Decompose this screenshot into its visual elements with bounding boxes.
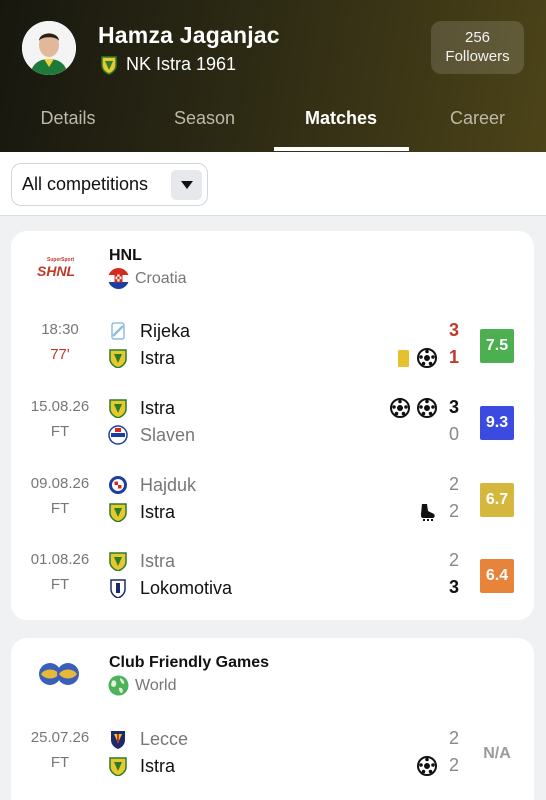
competition-card-friendlies: Club Friendly Games World 25.07.26 FT Le… [11,638,534,800]
team-link[interactable]: NK Istra 1961 [100,54,236,75]
goal-icon [417,398,437,418]
yellow-card-icon [393,348,413,368]
match-time: 18:30 [41,321,79,338]
tab-matches[interactable]: Matches [273,108,409,129]
croatia-flag-icon [108,268,129,289]
friendly-games-logo-icon [35,660,85,690]
followers-button[interactable]: 256 Followers [431,21,524,74]
filter-bar: All competitions [0,152,546,216]
tab-season[interactable]: Season [136,108,273,129]
team-crest-icon [101,55,117,75]
globe-icon [108,675,129,696]
home-team: Istra [140,550,176,571]
league-country: Croatia [108,268,187,289]
match-minute: 77' [50,346,70,363]
istra-crest-icon [109,757,127,776]
slaven-crest-icon [108,425,128,445]
away-team: Istra [140,347,176,368]
away-score: 2 [448,755,459,775]
player-rating-badge: 6.7 [480,483,514,517]
tab-details[interactable]: Details [0,108,136,129]
league-country: World [108,675,177,696]
away-score: 2 [448,501,459,521]
competition-select-value: All competitions [22,174,149,194]
goal-icon [417,756,437,776]
match-date: 01.08.26 [30,551,90,568]
hnl-logo-icon: SuperSport SHNL [35,253,85,283]
home-team: Istra [140,397,176,418]
away-team: Istra [140,755,176,776]
match-date: 09.08.26 [30,475,90,492]
home-team: Rijeka [140,320,191,341]
away-team: Istra [140,501,176,522]
match-row[interactable]: 25.07.26 FT Lecce Istra 2 2 N/A [11,727,534,787]
active-tab-indicator [274,147,409,151]
player-avatar[interactable] [22,21,76,75]
match-date: 25.07.26 [30,729,90,746]
team-name: NK Istra 1961 [126,54,237,74]
league-name: HNL [109,247,142,264]
home-score: 2 [448,550,459,570]
away-team: Slaven [140,424,196,445]
istra-crest-icon [109,503,127,522]
home-team: Hajduk [140,474,197,495]
match-row[interactable]: 15.08.26 FT Istra Slaven 3 0 9.3 [11,396,534,456]
svg-text:SHNL: SHNL [37,263,75,279]
home-score: 2 [448,474,459,494]
chevron-down-icon [171,170,202,200]
match-status: FT [50,500,70,517]
away-score: 0 [448,424,459,444]
match-row[interactable]: 09.08.26 FT Hajduk Istra 2 2 6.7 [11,473,534,533]
lecce-crest-icon [111,731,125,749]
goal-icon [390,398,410,418]
istra-crest-icon [109,349,127,368]
home-team: Lecce [140,728,189,749]
player-rating-badge: N/A [483,745,511,762]
assist-boot-icon [417,502,437,522]
goal-icon [417,348,437,368]
followers-count: 256 [464,29,491,46]
player-header: Hamza Jaganjac NK Istra 1961 256 Followe… [0,0,546,152]
competition-select[interactable]: All competitions [11,163,208,206]
tab-bar: Details Season Matches Career [0,100,546,152]
country-name: World [135,676,177,694]
home-score: 3 [448,397,459,417]
home-score: 2 [448,728,459,748]
player-rating-badge: 6.4 [480,559,514,593]
player-name: Hamza Jaganjac [98,22,280,48]
tab-career[interactable]: Career [409,108,546,129]
rijeka-crest-icon [111,322,125,340]
country-name: Croatia [135,269,187,287]
competition-card-hnl: SuperSport SHNL HNL Croatia 18:30 77' Ri… [11,231,534,620]
match-status: FT [50,576,70,593]
away-score: 3 [448,577,459,597]
player-rating-badge: 9.3 [480,406,514,440]
lokomotiva-crest-icon [110,579,126,598]
player-rating-badge: 7.5 [480,329,514,363]
istra-crest-icon [109,552,127,571]
match-row[interactable]: 01.08.26 FT Istra Lokomotiva 2 3 6.4 [11,549,534,609]
istra-crest-icon [109,399,127,418]
match-status: FT [50,423,70,440]
away-score: 1 [448,347,459,367]
match-status: FT [50,754,70,771]
match-date: 15.08.26 [30,398,90,415]
home-score: 3 [448,320,459,340]
league-name: Club Friendly Games [109,654,270,671]
match-row[interactable]: 18:30 77' Rijeka Istra 3 1 7.5 [11,319,534,379]
away-team: Lokomotiva [140,577,233,598]
followers-label: Followers [445,48,510,65]
hajduk-crest-icon [109,476,127,494]
